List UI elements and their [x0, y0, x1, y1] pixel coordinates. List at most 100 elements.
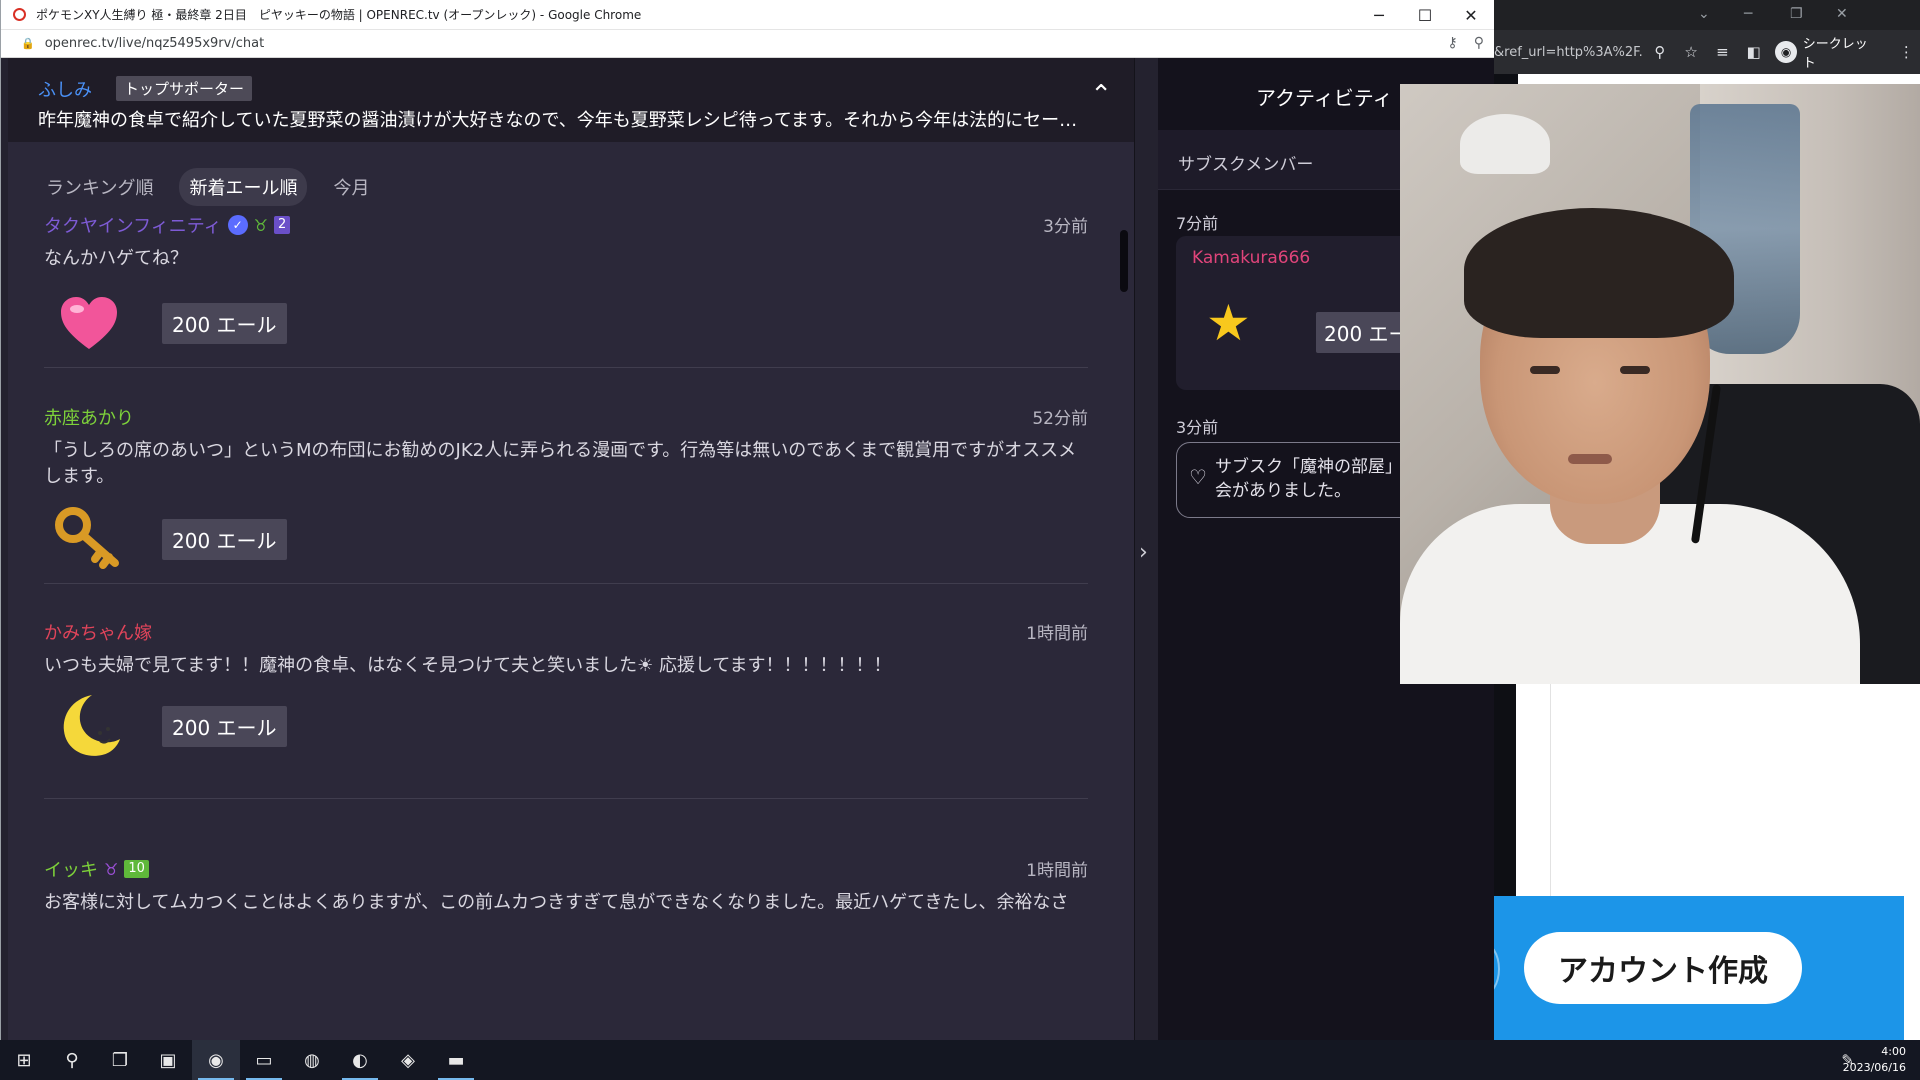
yell-username[interactable]: 赤座あかり [44, 404, 134, 430]
yell-gift: 200 エール [44, 681, 287, 771]
file-explorer-icon[interactable]: ▭ [240, 1040, 288, 1080]
verified-icon: ✓ [227, 215, 248, 235]
background-url[interactable]: &ref_url=http%3A%2F... [1494, 45, 1642, 60]
devil-icon: ♉ [104, 859, 119, 879]
heart-icon [44, 278, 134, 368]
yell-username[interactable]: イッキ [44, 856, 98, 882]
more-menu-icon[interactable]: ⋮ [1893, 38, 1920, 66]
member-level-badge: 10 [124, 860, 149, 878]
lock-icon[interactable]: 🔒 [21, 37, 35, 50]
yell-item: 赤座あかり 52分前 「うしろの席のあいつ」というMの布団にお勧めのJK2人に弄… [44, 404, 1088, 584]
pinned-username[interactable]: ふしみ [38, 76, 92, 102]
yell-gift: 200 エール [44, 494, 287, 584]
yell-message: お客様に対してムカつくことはよくありますが、この前ムカつきすぎて息ができなくなり… [44, 892, 1069, 913]
scrollbar-thumb[interactable] [1120, 230, 1128, 292]
reading-list-icon[interactable]: ≡ [1709, 38, 1736, 66]
obs-icon[interactable]: ◐ [336, 1040, 384, 1080]
yell-time: 3分前 [1043, 217, 1088, 237]
task-view-icon[interactable]: ❐ [96, 1040, 144, 1080]
create-account-button[interactable]: アカウント作成 [1524, 932, 1802, 1004]
tab-newest[interactable]: 新着エール順 [179, 168, 308, 206]
tab-subscribers[interactable]: サブスクメンバー [1178, 150, 1313, 175]
clock-time: 4:00 [1881, 1045, 1906, 1058]
yell-gift: 200 エール [44, 278, 287, 368]
side-panel-icon[interactable]: ◧ [1740, 38, 1767, 66]
yell-item: イッキ ♉ 10 1時間前 お客様に対してムカつくことはよくありますが、この前ム… [44, 856, 1088, 976]
search-icon[interactable]: ⚲ [48, 1040, 96, 1080]
yell-username[interactable]: かみちゃん嫁 [44, 619, 152, 645]
key-icon[interactable]: ⚷ [1447, 35, 1457, 51]
close-button[interactable]: ✕ [1448, 0, 1494, 30]
webcam-overlay [1400, 84, 1920, 684]
screen: ⌄ ─ ❐ ✕ &ref_url=http%3A%2F... ⚲ ☆ ≡ ◧ ◉… [0, 0, 1920, 1080]
item-divider [44, 798, 1088, 799]
yell-message: いつも夫婦で見てます！！魔神の食卓、はなくそ見つけて夫と笑いました☀ 応援してま… [44, 655, 892, 676]
chevron-down-icon[interactable]: ⌄ [1698, 6, 1710, 22]
windows-start-icon[interactable]: ⊞ [0, 1040, 48, 1080]
app-icon[interactable]: ▣ [144, 1040, 192, 1080]
yell-time: 1時間前 [1026, 624, 1088, 644]
address-bar-actions: ⚷ ⚲ [1447, 35, 1484, 51]
webcam-person-eye [1620, 366, 1650, 374]
yell-item: タクヤインフィニティ ✓ ♉ 2 3分前 なんかハゲてね？ 200 エール [44, 212, 1088, 368]
pinned-supporter-message: ふしみ トップサポーター 昨年魔神の食卓で紹介していた夏野菜の醤油漬けが大好きな… [8, 58, 1134, 142]
window-titlebar: ポケモンXY人生縛り 極・最終章 2日目 ピヤッキーの物語 | OPENREC.… [1, 0, 1494, 30]
yell-time: 52分前 [1032, 409, 1088, 429]
item-divider [44, 583, 1088, 584]
yell-user-row: タクヤインフィニティ ✓ ♉ 2 [44, 212, 291, 238]
maximize-button[interactable]: ☐ [1402, 0, 1448, 30]
yell-user-row: かみちゃん嫁 [44, 619, 152, 645]
background-titlebar: ⌄ ─ ❐ ✕ [1494, 0, 1920, 30]
divider [1550, 684, 1551, 896]
app-icon[interactable]: ◈ [384, 1040, 432, 1080]
member-level-badge: 2 [274, 216, 291, 234]
moon-icon [44, 681, 134, 771]
yell-user-row: イッキ ♉ 10 [44, 856, 149, 882]
minimize-button[interactable]: ─ [1356, 0, 1402, 30]
key-icon [44, 494, 134, 584]
app-icon[interactable]: ◍ [288, 1040, 336, 1080]
heart-outline-icon: ♡ [1189, 465, 1207, 489]
minimize-icon[interactable]: ─ [1744, 6, 1752, 22]
background-toolbar: &ref_url=http%3A%2F... ⚲ ☆ ≡ ◧ ◉ シークレット … [1494, 30, 1920, 74]
tab-ranking[interactable]: ランキング順 [36, 168, 163, 206]
yell-username[interactable]: タクヤインフィニティ [44, 212, 222, 238]
zoom-icon[interactable]: ⚲ [1474, 35, 1484, 51]
openrec-favicon-icon [13, 8, 26, 21]
webcam-person-eye [1530, 366, 1560, 374]
activity-time: 3分前 [1176, 418, 1219, 437]
webcam-person-hair [1464, 208, 1734, 338]
monitor-icon[interactable]: ▬ [432, 1040, 480, 1080]
pinned-message-text: 昨年魔神の食卓で紹介していた夏野菜の醤油漬けが大好きなので、今年も夏野菜レシピ待… [38, 110, 1078, 131]
system-clock[interactable]: 4:00 2023/06/16 [1843, 1044, 1906, 1076]
yell-amount: 200 エール [162, 518, 287, 560]
yell-amount: 200 エール [162, 705, 287, 747]
panel-splitter[interactable]: › [1134, 58, 1158, 1040]
yell-message: なんかハゲてね？ [44, 248, 188, 269]
zoom-icon[interactable]: ⚲ [1646, 38, 1673, 66]
chevron-up-icon[interactable]: ⌃ [1090, 80, 1112, 110]
webcam-hanger [1460, 114, 1550, 174]
yell-list-panel: ランキング順 新着エール順 今月 タクヤインフィニティ ✓ ♉ 2 3分前 なん… [8, 142, 1134, 1040]
activity-title: アクティビティ [1256, 86, 1393, 110]
tab-this-month[interactable]: 今月 [323, 168, 379, 206]
background-page-area [1516, 684, 1920, 896]
url-text[interactable]: openrec.tv/live/nqz5495x9rv/chat [45, 36, 264, 51]
window-controls: ─ ☐ ✕ [1356, 0, 1494, 30]
top-supporter-badge: トップサポーター [116, 76, 253, 101]
incognito-label: シークレット [1802, 37, 1868, 71]
incognito-indicator[interactable]: ◉ シークレット [1775, 33, 1878, 71]
webcam-person-mouth [1568, 454, 1612, 464]
activity-yell-card: Kamakura666 ★ 200 エー [1176, 236, 1417, 390]
close-icon[interactable]: ✕ [1836, 6, 1848, 22]
star-bookmark-icon[interactable]: ☆ [1677, 38, 1704, 66]
sort-tabs: ランキング順 新着エール順 今月 [36, 168, 379, 206]
chevron-right-icon[interactable]: › [1139, 540, 1148, 565]
activity-subscription-text: サブスク「魔神の部屋」 会がありました。 [1215, 457, 1402, 501]
activity-username[interactable]: Kamakura666 [1192, 248, 1310, 268]
restore-icon[interactable]: ❐ [1790, 6, 1803, 22]
address-bar[interactable]: 🔒 openrec.tv/live/nqz5495x9rv/chat ⚷ ⚲ [1, 30, 1494, 58]
yell-user-row: 赤座あかり [44, 404, 134, 430]
item-divider [44, 367, 1088, 368]
chrome-icon[interactable]: ◉ [192, 1040, 240, 1080]
